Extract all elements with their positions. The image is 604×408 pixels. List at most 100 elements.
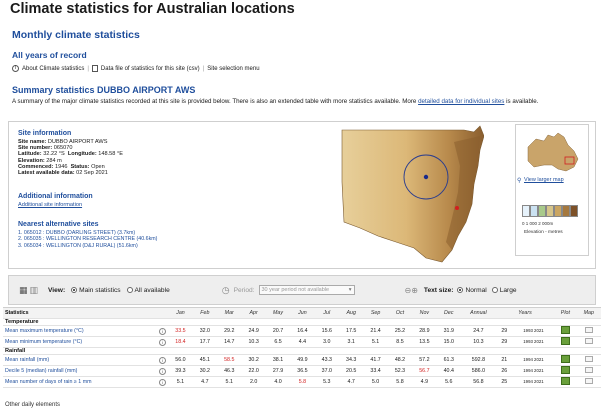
map-cell[interactable] [576, 365, 601, 377]
site-info: Site information Site name: DUBBO AIRPOR… [18, 130, 198, 176]
info-icon[interactable]: i [159, 378, 167, 386]
month-value: 45.1 [192, 354, 218, 366]
month-value: 48.2 [387, 354, 413, 366]
normal-radio[interactable] [457, 287, 464, 293]
bar-chart-icon[interactable] [560, 366, 570, 374]
plot-cell[interactable] [554, 354, 577, 366]
info-icon[interactable]: i [159, 356, 167, 364]
info-cell[interactable]: i [157, 325, 169, 337]
main-stats-label[interactable]: Main statistics [79, 287, 120, 294]
info-cell[interactable]: i [157, 365, 169, 377]
bar-chart-icon[interactable] [560, 377, 570, 385]
additional-site-info-link[interactable]: Additional site information [18, 202, 93, 208]
row-label[interactable]: Mean maximum temperature (°C) [3, 325, 158, 337]
layout-icons[interactable]: ▦ ▥ [19, 285, 38, 296]
info-cell[interactable]: i [157, 336, 169, 348]
view-larger-map-link[interactable]: View larger map [524, 177, 564, 183]
info-icon[interactable]: i [159, 367, 167, 375]
plot-cell[interactable] [554, 365, 577, 377]
info-icon[interactable]: i [159, 338, 167, 346]
legend-swatch [546, 205, 554, 217]
bar-chart-icon[interactable] [560, 326, 570, 334]
month-value: 16.4 [290, 325, 315, 337]
map-icon[interactable] [584, 327, 593, 333]
legend-swatch [530, 205, 538, 217]
month-value: 15.6 [314, 325, 339, 337]
data-file-link[interactable]: Data file of statistics for this site (c… [101, 66, 200, 72]
month-value: 6.5 [265, 336, 291, 348]
legend-swatch [522, 205, 530, 217]
large-radio[interactable] [491, 287, 498, 293]
additional-heading: Additional information [18, 193, 93, 200]
month-value: 28.9 [412, 325, 437, 337]
list-icon[interactable]: ▥ [30, 285, 39, 296]
site-selection-link[interactable]: Site selection menu [207, 66, 259, 72]
bar-chart-icon[interactable] [560, 337, 570, 345]
month-value: 5.1 [217, 376, 242, 388]
map-icon[interactable] [584, 378, 593, 384]
map-cell[interactable] [576, 376, 601, 388]
info-icon[interactable]: i [159, 327, 167, 335]
month-value: 2.0 [241, 376, 266, 388]
nearest-site-3[interactable]: 3. 065034 : WELLINGTON (D&J RURAL) (51.6… [18, 243, 157, 249]
row-label[interactable]: Mean number of days of rain ≥ 1 mm [3, 376, 158, 388]
month-value: 8.5 [387, 336, 413, 348]
grid-icon[interactable]: ▦ [19, 285, 28, 296]
about-link[interactable]: About Climate statistics [22, 66, 84, 72]
latest-label: Latest available data: [18, 170, 75, 177]
main-stats-radio[interactable] [71, 287, 78, 293]
large-label[interactable]: Large [500, 287, 517, 294]
years-range: 1994 2021 [512, 354, 555, 366]
map-cell[interactable] [576, 354, 601, 366]
years-range: 1993 2021 [512, 325, 555, 337]
month-header-jul: Jul [314, 307, 339, 319]
map-icon[interactable] [584, 338, 593, 344]
section-title: Monthly climate statistics [12, 29, 140, 41]
month-value: 5.1 [363, 336, 388, 348]
row-label[interactable]: Decile 5 (median) rainfall (mm) [3, 365, 158, 377]
row-label[interactable]: Mean minimum temperature (°C) [3, 336, 158, 348]
info-cell[interactable]: i [157, 354, 169, 366]
years-count: 29 [495, 336, 513, 348]
table-header-row: Statistics Jan Feb Mar Apr May Jun Jul A… [3, 307, 601, 319]
site-number: 065070 [53, 145, 73, 152]
month-value: 4.7 [192, 376, 218, 388]
month-value: 33.4 [363, 365, 388, 377]
all-available-radio[interactable] [126, 287, 133, 293]
month-value: 17.5 [339, 325, 364, 337]
plot-cell[interactable] [554, 325, 577, 337]
all-available-label[interactable]: All available [135, 287, 170, 294]
table-row: Mean minimum temperature (°C) i 18.4 17.7 14… [3, 336, 601, 348]
month-header-apr: Apr [241, 307, 266, 319]
month-value: 56.7 [412, 365, 437, 377]
month-value: 31.9 [436, 325, 461, 337]
view-group: View: Main statistics All available [48, 287, 170, 294]
location-panel: ⚲ View larger map 0 1 000 2 000m Elevati… [515, 124, 589, 256]
bar-chart-icon[interactable] [560, 355, 570, 363]
month-value: 5.8 [387, 376, 413, 388]
years-range: 1993 2021 [512, 336, 555, 348]
map-header: Map [576, 307, 601, 319]
month-value: 17.7 [192, 336, 218, 348]
map-icon[interactable] [584, 356, 593, 362]
detailed-data-link[interactable]: detailed data for individual sites [418, 98, 504, 105]
map-cell[interactable] [576, 325, 601, 337]
years-range: 1994 2021 [512, 365, 555, 377]
map-icon[interactable] [584, 367, 593, 373]
zoom-out-icon[interactable]: ⊖ [405, 286, 412, 295]
month-value: 20.5 [339, 365, 364, 377]
plot-cell[interactable] [554, 336, 577, 348]
nearest-site-2[interactable]: 2. 065035 : WELLINGTON RESEARCH CENTRE (… [18, 236, 157, 242]
red-marker [455, 206, 459, 210]
month-value: 46.3 [217, 365, 242, 377]
normal-label[interactable]: Normal [465, 287, 486, 294]
map-cell[interactable] [576, 336, 601, 348]
month-value: 38.1 [265, 354, 291, 366]
row-label[interactable]: Mean rainfall (mm) [3, 354, 158, 366]
zoom-in-icon[interactable]: ⊕ [411, 286, 418, 295]
month-value: 21.4 [363, 325, 388, 337]
info-cell[interactable]: i [157, 376, 169, 388]
annual-value: 10.3 [460, 336, 496, 348]
period-select[interactable]: 30 year period not available [258, 285, 355, 295]
plot-cell[interactable] [554, 376, 577, 388]
